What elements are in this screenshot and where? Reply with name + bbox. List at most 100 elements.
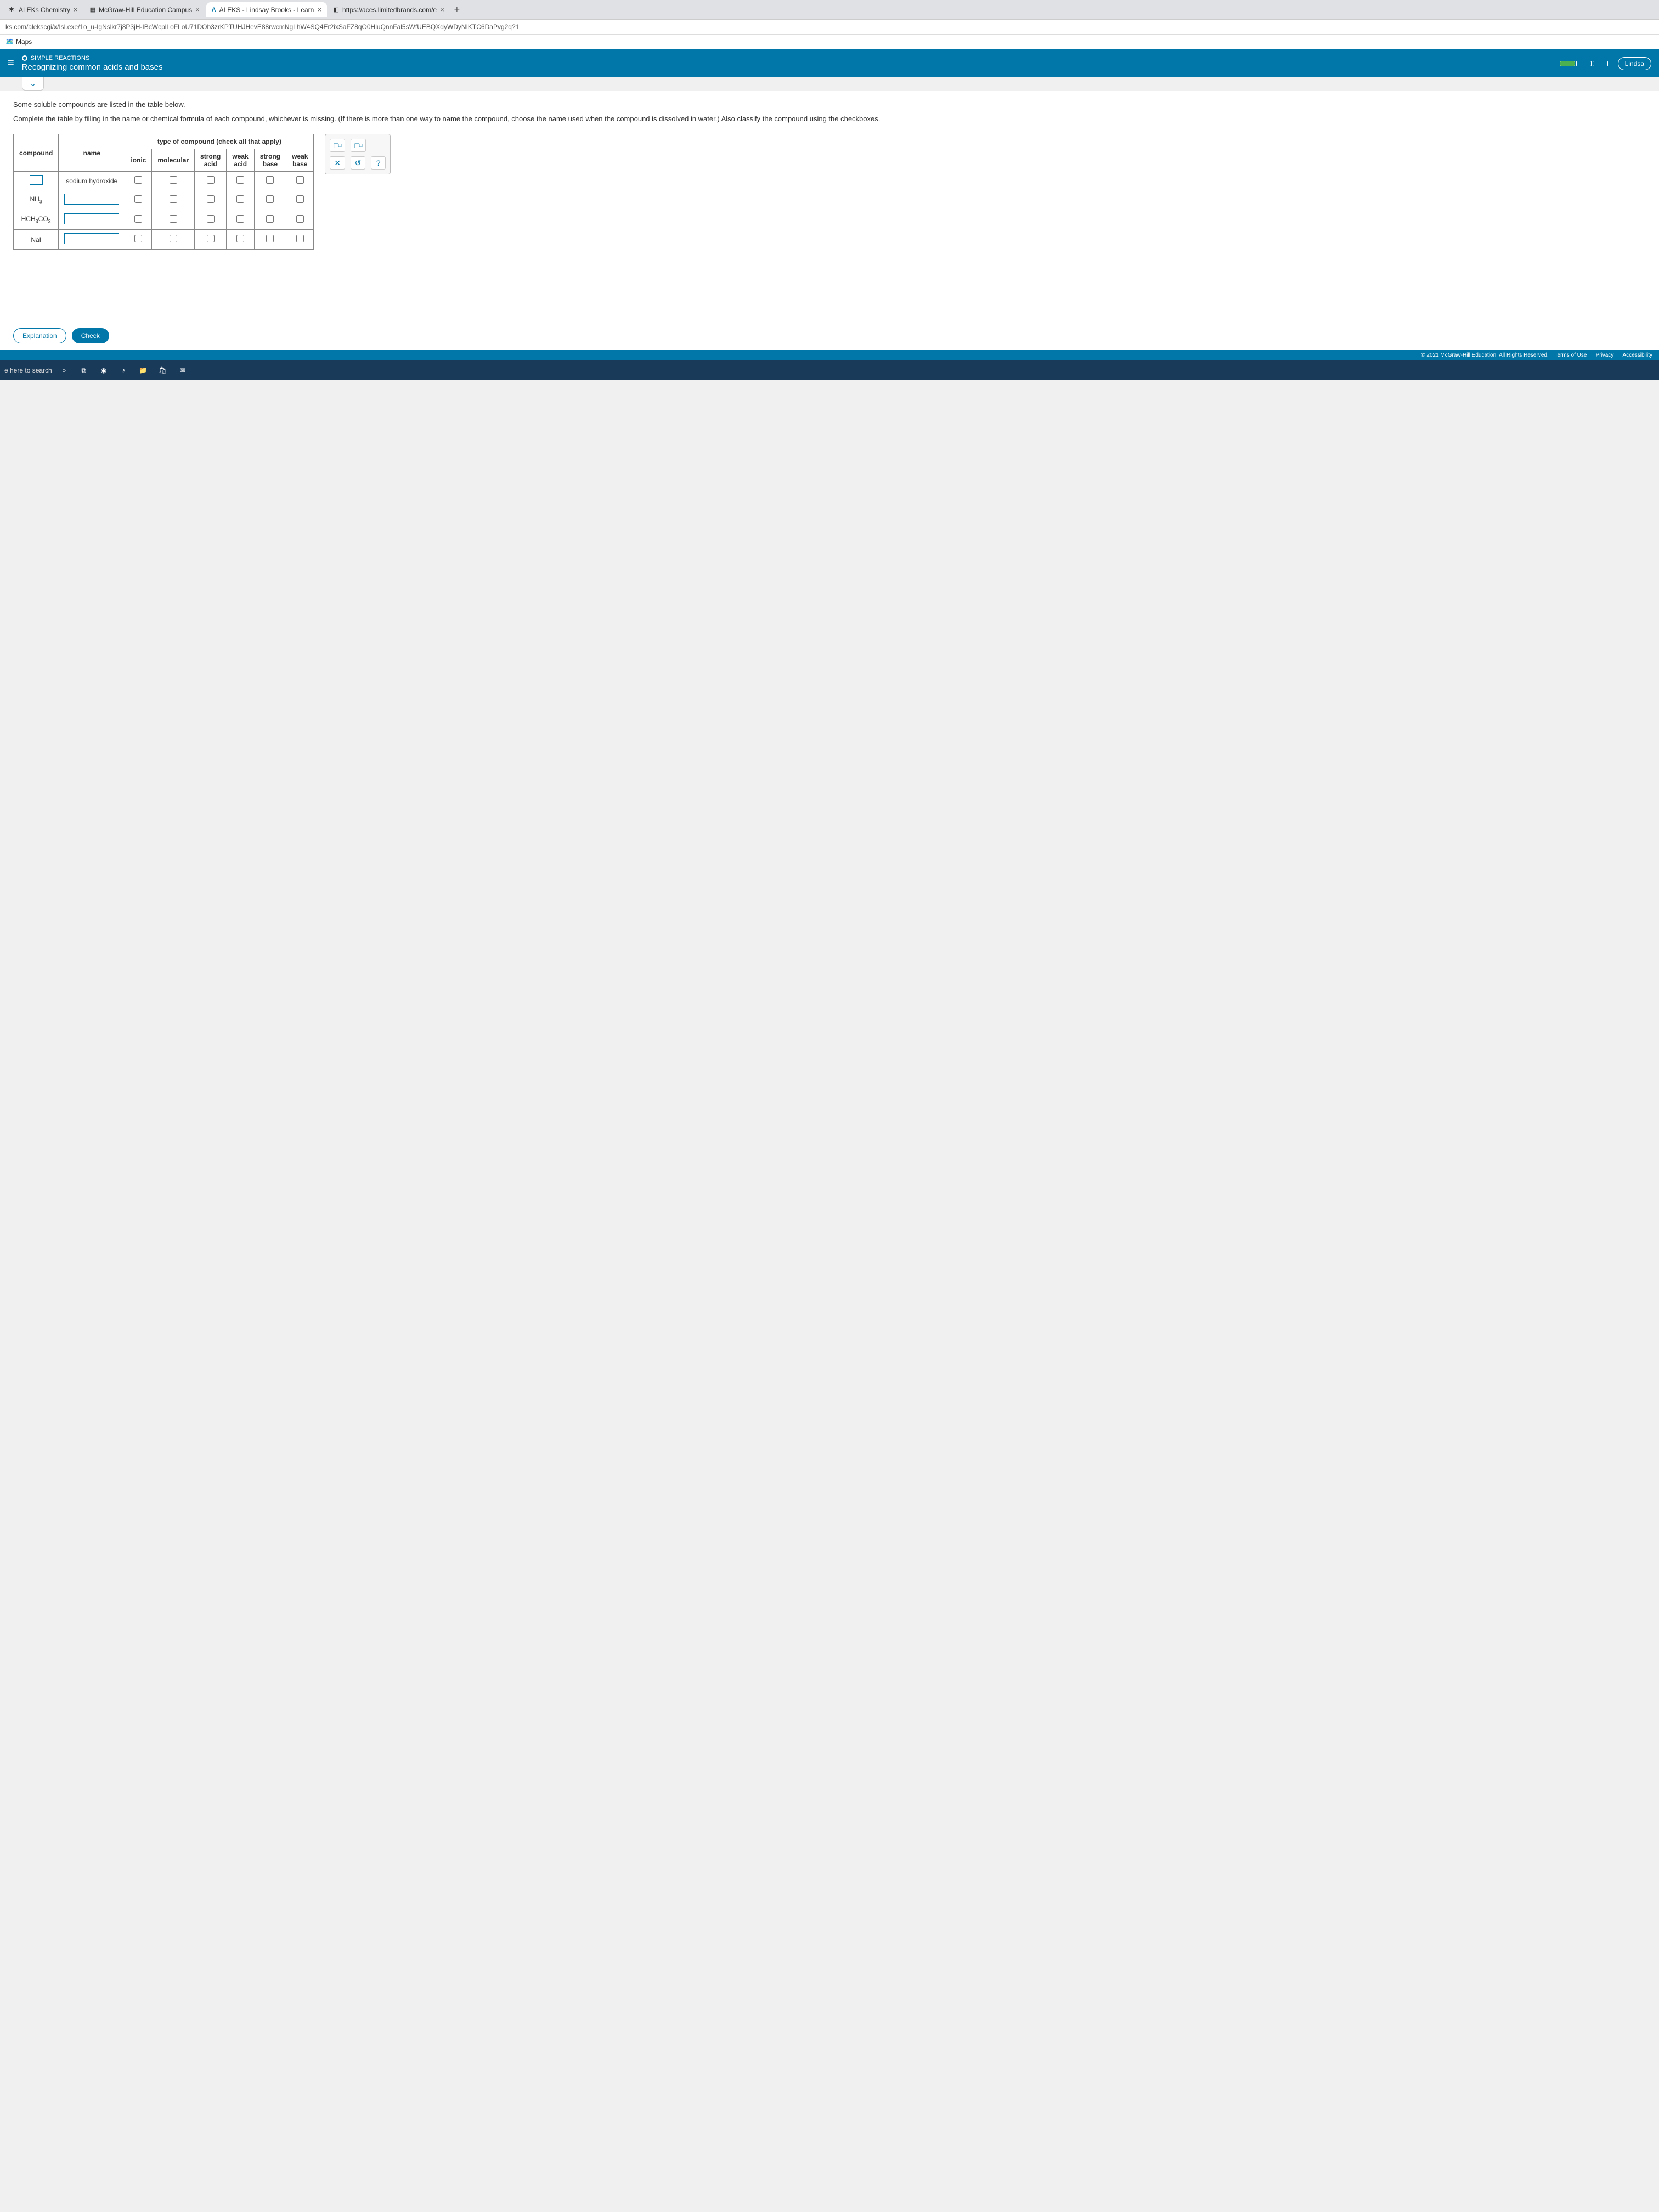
tab-aleks-learn[interactable]: A ALEKS - Lindsay Brooks - Learn × xyxy=(206,2,327,17)
intro-line-1: Some soluble compounds are listed in the… xyxy=(13,99,1646,110)
close-icon[interactable]: × xyxy=(74,5,78,14)
new-tab-button[interactable]: + xyxy=(450,2,465,18)
footer-link-privacy[interactable]: Privacy xyxy=(1596,352,1614,358)
windows-taskbar: e here to search ○ ⧉ ◉ ◔ 📁 🛍 ✉ xyxy=(0,360,1659,380)
topic-title: Recognizing common acids and bases xyxy=(22,63,163,72)
compounds-table: compound name type of compound (check al… xyxy=(13,134,314,250)
strong-base-checkbox[interactable] xyxy=(266,195,274,203)
molecular-checkbox[interactable] xyxy=(170,195,177,203)
collapse-toggle[interactable]: ⌄ xyxy=(22,77,44,91)
compound-input[interactable] xyxy=(30,175,43,185)
store-icon[interactable]: 🛍 xyxy=(155,363,171,378)
favicon-icon: A xyxy=(212,6,216,14)
tab-aces[interactable]: ◧ https://aces.limitedbrands.com/e × xyxy=(328,2,449,17)
close-icon[interactable]: × xyxy=(195,5,200,14)
chevron-down-icon: ⌄ xyxy=(30,79,36,88)
reset-button[interactable]: ↺ xyxy=(351,156,365,170)
action-bar: Explanation Check xyxy=(0,321,1659,350)
molecular-checkbox[interactable] xyxy=(170,235,177,242)
weak-acid-checkbox[interactable] xyxy=(236,235,244,242)
mail-icon[interactable]: ✉ xyxy=(175,363,190,378)
chrome-icon[interactable]: ◔ xyxy=(116,363,131,378)
tab-mcgraw-hill[interactable]: ▦ McGraw-Hill Education Campus × xyxy=(84,2,205,17)
weak-base-checkbox[interactable] xyxy=(296,215,304,223)
molecular-checkbox[interactable] xyxy=(170,176,177,184)
subscript-button[interactable]: □□ xyxy=(330,139,345,152)
name-input[interactable] xyxy=(64,213,119,224)
name-input[interactable] xyxy=(64,233,119,244)
browser-tab-strip: ✱ ALEKs Chemistry × ▦ McGraw-Hill Educat… xyxy=(0,0,1659,20)
compound-cell: NH3 xyxy=(14,190,59,210)
weak-base-checkbox[interactable] xyxy=(296,176,304,184)
topic-category: SIMPLE REACTIONS xyxy=(22,55,163,61)
explanation-button[interactable]: Explanation xyxy=(13,328,66,343)
weak-acid-checkbox[interactable] xyxy=(236,195,244,203)
favicon-icon: ✱ xyxy=(8,6,15,14)
question-content: Some soluble compounds are listed in the… xyxy=(0,91,1659,321)
tab-label: ALEKs Chemistry xyxy=(19,6,70,14)
aleks-header: ≡ SIMPLE REACTIONS Recognizing common ac… xyxy=(0,49,1659,77)
tab-label: McGraw-Hill Education Campus xyxy=(99,6,192,14)
table-row: sodium hydroxide xyxy=(14,172,314,190)
url-bar[interactable]: ks.com/alekscgi/x/Isl.exe/1o_u-IgNslkr7j… xyxy=(0,20,1659,35)
footer: © 2021 McGraw-Hill Education. All Rights… xyxy=(0,350,1659,360)
close-icon[interactable]: × xyxy=(440,5,444,14)
molecular-checkbox[interactable] xyxy=(170,215,177,223)
copyright-text: © 2021 McGraw-Hill Education. All Rights… xyxy=(1421,352,1548,358)
table-row: NH3 xyxy=(14,190,314,210)
circle-icon xyxy=(22,55,27,61)
explorer-icon[interactable]: 📁 xyxy=(136,363,151,378)
edge-icon[interactable]: ◉ xyxy=(96,363,111,378)
intro-line-2: Complete the table by filling in the nam… xyxy=(13,114,1646,125)
user-name-pill[interactable]: Lindsa xyxy=(1618,57,1651,70)
col-strong-acid: strongacid xyxy=(195,149,227,172)
progress-indicator xyxy=(1560,61,1608,66)
col-compound: compound xyxy=(14,134,59,172)
weak-base-checkbox[interactable] xyxy=(296,235,304,242)
ionic-checkbox[interactable] xyxy=(134,195,142,203)
taskbar-search[interactable]: e here to search xyxy=(4,366,52,374)
footer-link-accessibility[interactable]: Accessibility xyxy=(1623,352,1652,358)
col-ionic: ionic xyxy=(125,149,152,172)
table-row: NaI xyxy=(14,230,314,250)
strong-acid-checkbox[interactable] xyxy=(207,215,215,223)
strong-acid-checkbox[interactable] xyxy=(207,176,215,184)
weak-acid-checkbox[interactable] xyxy=(236,176,244,184)
strong-acid-checkbox[interactable] xyxy=(207,235,215,242)
superscript-button[interactable]: □□ xyxy=(351,139,366,152)
name-cell: sodium hydroxide xyxy=(59,172,125,190)
tab-label: ALEKS - Lindsay Brooks - Learn xyxy=(219,6,314,14)
weak-acid-checkbox[interactable] xyxy=(236,215,244,223)
name-input[interactable] xyxy=(64,194,119,205)
cortana-icon[interactable]: ○ xyxy=(57,363,72,378)
bookmarks-bar: 🗺️ Maps xyxy=(0,35,1659,49)
tab-aleks-chemistry[interactable]: ✱ ALEKs Chemistry × xyxy=(2,2,83,17)
col-strong-base: strongbase xyxy=(254,149,286,172)
strong-base-checkbox[interactable] xyxy=(266,176,274,184)
menu-icon[interactable]: ≡ xyxy=(8,57,14,70)
col-type-group: type of compound (check all that apply) xyxy=(125,134,314,149)
strong-acid-checkbox[interactable] xyxy=(207,195,215,203)
col-molecular: molecular xyxy=(152,149,195,172)
close-icon[interactable]: × xyxy=(317,5,321,14)
compound-cell: HCH3CO2 xyxy=(14,210,59,230)
strong-base-checkbox[interactable] xyxy=(266,235,274,242)
bookmark-label: Maps xyxy=(16,38,32,46)
help-button[interactable]: ? xyxy=(371,156,386,170)
map-icon: 🗺️ xyxy=(5,38,14,46)
compound-cell: NaI xyxy=(14,230,59,250)
ionic-checkbox[interactable] xyxy=(134,235,142,242)
check-button[interactable]: Check xyxy=(72,328,109,343)
bookmark-maps[interactable]: 🗺️ Maps xyxy=(5,38,32,46)
footer-link-terms[interactable]: Terms of Use xyxy=(1555,352,1587,358)
ionic-checkbox[interactable] xyxy=(134,176,142,184)
tab-label: https://aces.limitedbrands.com/e xyxy=(342,6,437,14)
category-text: SIMPLE REACTIONS xyxy=(31,55,90,61)
task-view-icon[interactable]: ⧉ xyxy=(76,363,92,378)
strong-base-checkbox[interactable] xyxy=(266,215,274,223)
col-weak-acid: weakacid xyxy=(227,149,254,172)
ionic-checkbox[interactable] xyxy=(134,215,142,223)
clear-button[interactable]: ✕ xyxy=(330,156,345,170)
favicon-icon: ▦ xyxy=(90,6,95,14)
weak-base-checkbox[interactable] xyxy=(296,195,304,203)
